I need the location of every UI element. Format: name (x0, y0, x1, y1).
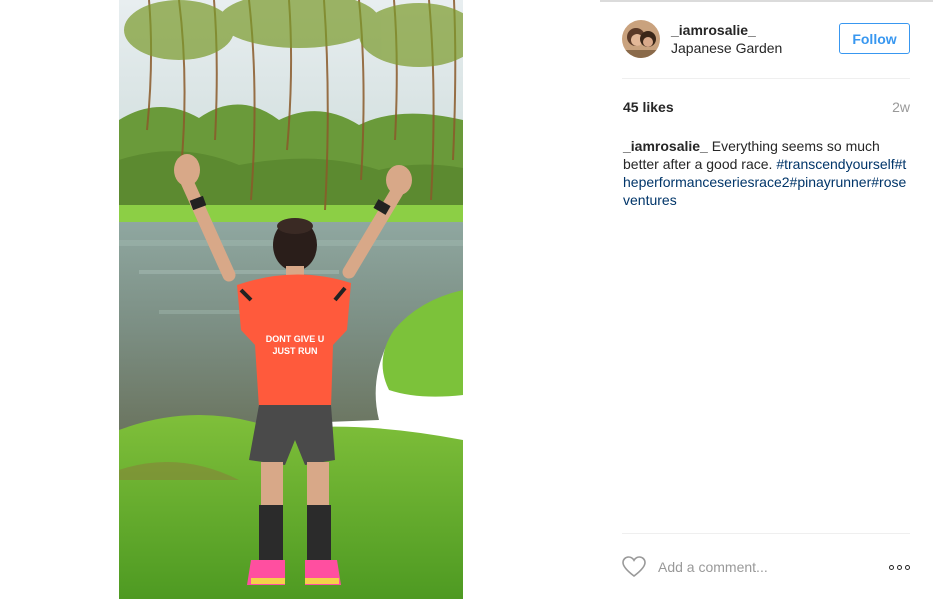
heart-icon[interactable] (622, 556, 646, 578)
follow-button[interactable]: Follow (839, 23, 910, 54)
post-time[interactable]: 2w (892, 99, 910, 115)
avatar[interactable] (622, 20, 660, 58)
photo-panel: DONT GIVE U JUST RUN (0, 0, 600, 599)
caption-username[interactable]: _iamrosalie_ (623, 138, 708, 154)
post-header: _iamrosalie_ Japanese Garden Follow (622, 18, 910, 62)
header-divider (622, 78, 910, 79)
shirt-text-1: DONT GIVE U (266, 334, 325, 344)
comment-divider (622, 533, 910, 534)
dot (897, 564, 902, 570)
caption: _iamrosalie_ Everything seems so much be… (623, 137, 911, 209)
avatar-image (622, 20, 660, 58)
shirt-text-2: JUST RUN (272, 346, 317, 356)
comment-input[interactable] (658, 555, 868, 579)
hashtag-link[interactable]: #transcendyourself (776, 156, 894, 172)
dot (905, 564, 910, 570)
likes-count[interactable]: 45 likes (623, 99, 674, 115)
comment-bar (622, 545, 910, 589)
username-link[interactable]: _iamrosalie_ (671, 22, 756, 38)
ellipsis-icon[interactable] (884, 562, 910, 572)
dot (889, 564, 894, 570)
hashtag-link[interactable]: #pinayrunner (790, 174, 872, 190)
location-link[interactable]: Japanese Garden (671, 40, 782, 56)
photo-scene: DONT GIVE U JUST RUN (119, 0, 463, 599)
post-sidebar: _iamrosalie_ Japanese Garden Follow 45 l… (600, 0, 933, 599)
post-photo[interactable]: DONT GIVE U JUST RUN (119, 0, 463, 599)
